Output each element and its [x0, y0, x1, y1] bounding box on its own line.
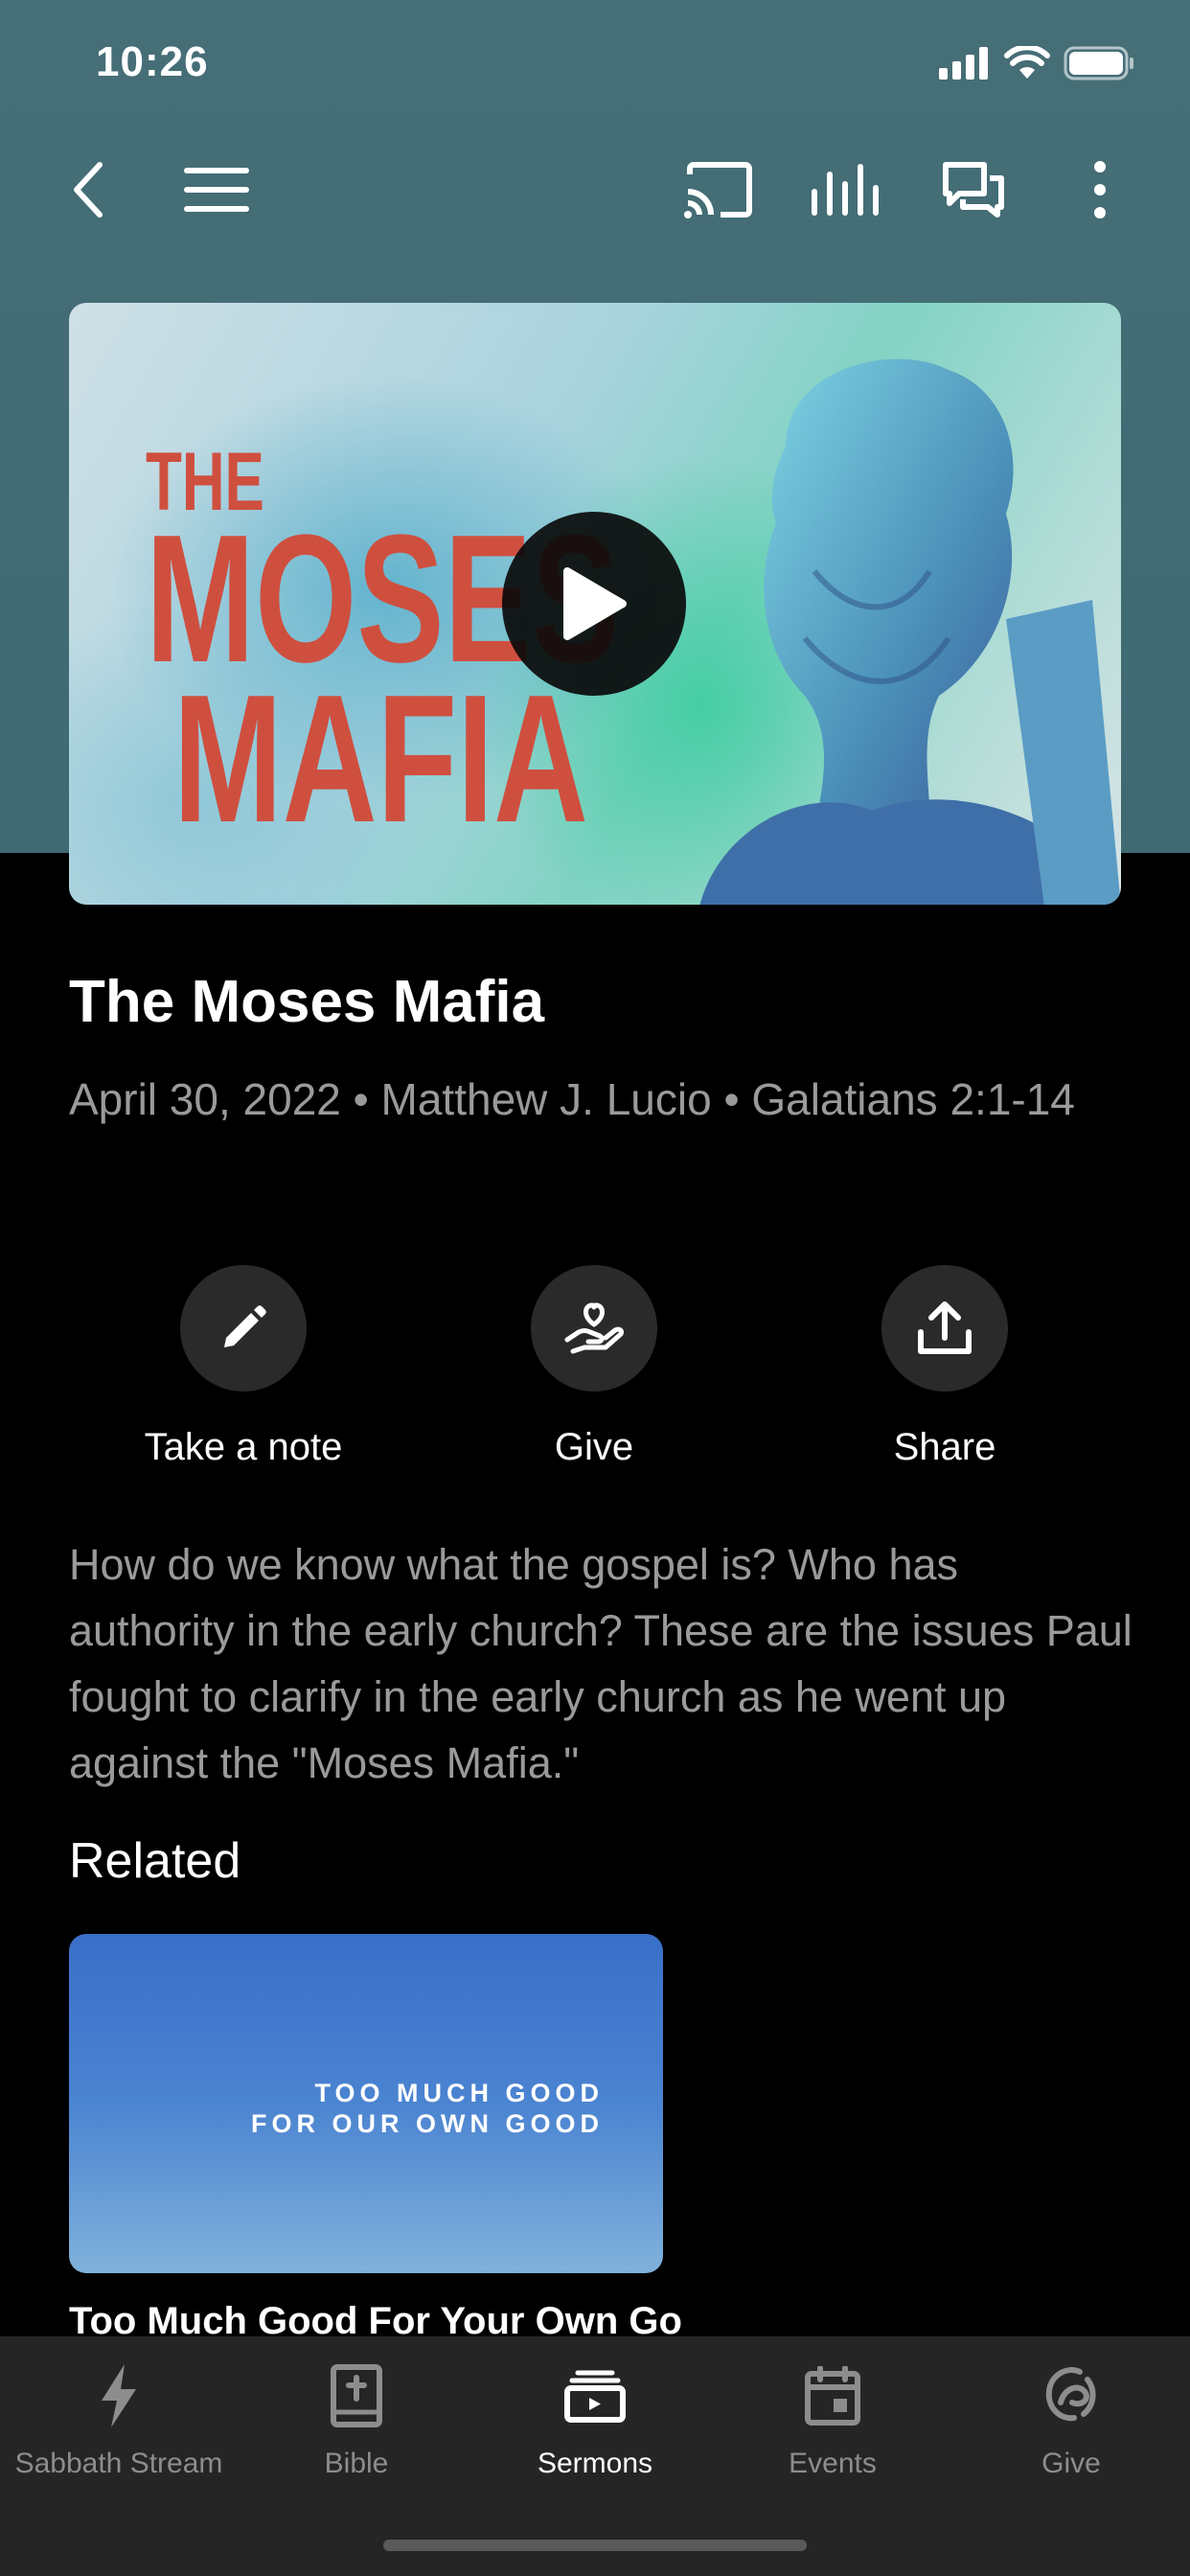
sermon-artwork[interactable]: THE MOSES MAFIA — [69, 303, 1121, 905]
take-note-label: Take a note — [144, 1426, 343, 1468]
wifi-icon — [1004, 46, 1050, 79]
related-card-line1: TOO MUCH GOOD — [314, 2079, 604, 2107]
give-button[interactable]: Give — [450, 1265, 738, 1469]
calendar-icon — [794, 2358, 871, 2434]
sermon-title: The Moses Mafia — [69, 969, 545, 1035]
tab-label: Sabbath Stream — [14, 2448, 223, 2479]
hand-heart-icon — [564, 1302, 624, 1354]
bible-icon — [318, 2358, 395, 2434]
cast-button[interactable] — [673, 144, 765, 236]
related-card-artwork-text: TOO MUCH GOOD FOR OUR OWN GOOD — [251, 2078, 604, 2139]
back-button[interactable] — [42, 144, 134, 236]
back-icon — [74, 162, 103, 218]
take-note-button[interactable]: Take a note — [100, 1265, 387, 1469]
tab-label: Sermons — [537, 2448, 653, 2479]
tab-events[interactable]: Events — [714, 2358, 951, 2480]
related-sermon-card[interactable]: TOO MUCH GOOD FOR OUR OWN GOOD — [69, 1934, 663, 2273]
cast-icon — [684, 162, 752, 218]
top-nav-bar — [0, 144, 1190, 240]
related-heading: Related — [69, 1833, 241, 1889]
share-label: Share — [893, 1426, 996, 1468]
take-note-circle — [180, 1265, 307, 1392]
play-button[interactable] — [502, 512, 686, 696]
status-time: 10:26 — [96, 38, 209, 85]
give-label: Give — [554, 1426, 634, 1468]
related-card-line2: FOR OUR OWN GOOD — [251, 2109, 604, 2138]
tab-sermons[interactable]: Sermons — [476, 2358, 714, 2480]
status-icons — [939, 46, 1134, 80]
audio-bars-icon — [812, 164, 879, 216]
cellular-signal-icon — [939, 47, 988, 80]
audio-button[interactable] — [799, 144, 891, 236]
play-icon — [563, 567, 627, 640]
tab-label: Bible — [324, 2448, 389, 2479]
battery-icon — [1064, 46, 1133, 80]
share-upload-icon — [918, 1301, 972, 1354]
pencil-icon — [224, 1305, 266, 1347]
sermon-description: How do we know what the gospel is? Who h… — [69, 1540, 1133, 1787]
bottom-tab-bar: Sabbath Stream Bible Sermons Events Give — [0, 2336, 1190, 2576]
tab-sabbath-stream[interactable]: Sabbath Stream — [0, 2358, 238, 2480]
action-row: Take a note Give Share — [0, 1265, 1190, 1485]
home-indicator — [383, 2540, 807, 2551]
give-icon — [1033, 2358, 1110, 2434]
lightning-icon — [80, 2358, 157, 2434]
give-circle — [531, 1265, 657, 1392]
artwork-title-line3: MAFIA — [172, 656, 588, 861]
sermon-meta: April 30, 2022 • Matthew J. Lucio • Gala… — [69, 1074, 1075, 1124]
tab-bible[interactable]: Bible — [238, 2358, 475, 2480]
tab-give[interactable]: Give — [952, 2358, 1190, 2480]
hamburger-menu-icon — [184, 168, 249, 212]
sermons-icon — [557, 2358, 633, 2434]
share-circle — [881, 1265, 1008, 1392]
status-bar: 10:26 — [0, 0, 1190, 134]
more-vertical-icon — [1094, 161, 1106, 218]
chat-bubbles-icon — [943, 162, 1004, 218]
tab-label: Give — [1041, 2448, 1101, 2479]
more-button[interactable] — [1054, 144, 1146, 236]
tab-label: Events — [789, 2448, 877, 2479]
statue-illustration — [699, 358, 1121, 905]
share-button[interactable]: Share — [801, 1265, 1088, 1469]
menu-button[interactable] — [171, 144, 263, 236]
chat-button[interactable] — [927, 144, 1019, 236]
